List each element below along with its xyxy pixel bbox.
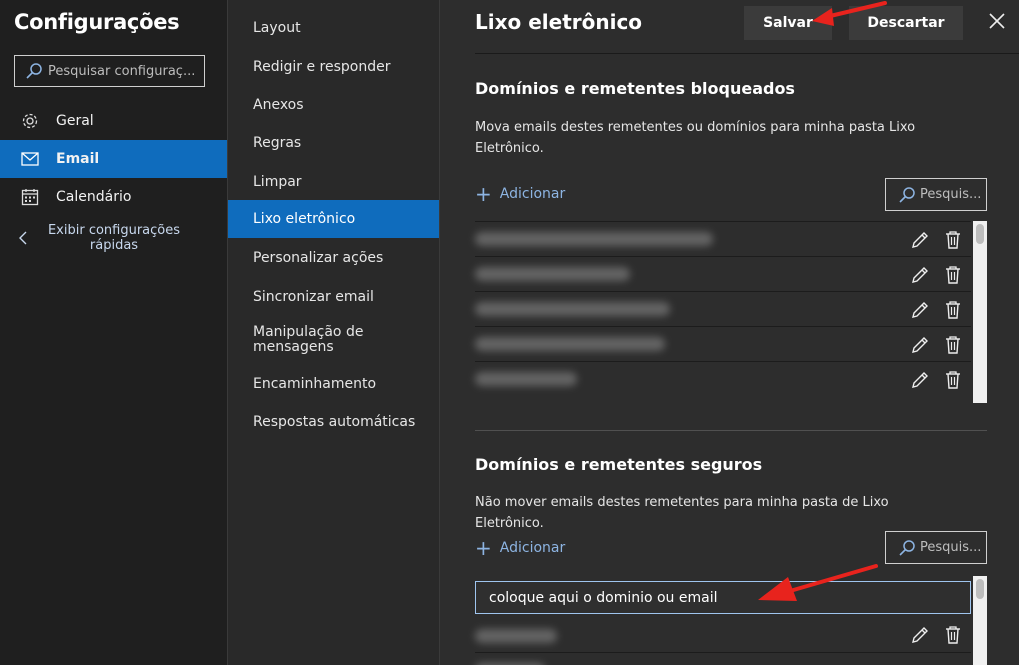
list-item bbox=[475, 256, 971, 291]
plus-icon: + bbox=[475, 182, 492, 206]
blocked-search-input[interactable]: Pesquis... bbox=[885, 178, 987, 211]
settings-sidebar: Configurações Pesquisar configuraç... Ge… bbox=[0, 0, 227, 665]
submenu-item-limpar[interactable]: Limpar bbox=[228, 163, 440, 201]
list-item bbox=[475, 326, 971, 361]
plus-icon: + bbox=[475, 536, 492, 560]
trash-icon[interactable] bbox=[942, 229, 964, 251]
search-icon bbox=[26, 63, 42, 79]
redacted-entry bbox=[475, 267, 630, 281]
settings-search-placeholder: Pesquisar configuraç... bbox=[48, 63, 196, 79]
list-item bbox=[475, 617, 971, 652]
scrollbar-thumb[interactable] bbox=[976, 224, 984, 244]
submenu-item-anexos[interactable]: Anexos bbox=[228, 86, 440, 124]
list-item bbox=[475, 361, 971, 396]
trash-icon[interactable] bbox=[942, 299, 964, 321]
pencil-icon[interactable] bbox=[909, 299, 931, 321]
nav-item-email[interactable]: Email bbox=[0, 140, 227, 178]
trash-icon[interactable] bbox=[942, 624, 964, 646]
blocked-search-placeholder: Pesquis... bbox=[920, 187, 982, 202]
header-divider bbox=[475, 53, 1019, 54]
submenu-item-encaminhamento[interactable]: Encaminhamento bbox=[228, 365, 440, 403]
nav-item-label: Geral bbox=[56, 113, 94, 129]
pencil-icon[interactable] bbox=[909, 624, 931, 646]
safe-list-scrollbar[interactable] bbox=[973, 576, 987, 665]
search-icon bbox=[899, 539, 915, 556]
nav-item-calendario[interactable]: Calendário bbox=[0, 178, 227, 216]
mail-icon bbox=[20, 149, 40, 169]
submenu-item-manipulacao[interactable]: Manipulação de mensagens bbox=[228, 322, 378, 358]
annotation-arrow-input bbox=[758, 564, 878, 601]
safe-add-button[interactable]: + Adicionar bbox=[475, 536, 566, 560]
submenu-item-respostas[interactable]: Respostas automáticas bbox=[228, 403, 440, 441]
annotation-arrow-save bbox=[812, 1, 887, 26]
calendar-icon bbox=[20, 187, 40, 207]
list-item bbox=[475, 291, 971, 326]
blocked-list bbox=[475, 221, 987, 403]
trash-icon[interactable] bbox=[942, 334, 964, 356]
nav-item-geral[interactable]: Geral bbox=[0, 102, 227, 140]
nav-item-label: Calendário bbox=[56, 189, 132, 205]
settings-title: Configurações bbox=[14, 10, 180, 34]
safe-section-description: Não mover emails destes remetentes para … bbox=[475, 495, 889, 531]
search-icon bbox=[899, 186, 915, 203]
blocked-add-label: Adicionar bbox=[499, 186, 566, 202]
close-icon[interactable] bbox=[987, 11, 1007, 31]
safe-section-title: Domínios e remetentes seguros bbox=[475, 455, 763, 474]
submenu-item-sincronizar[interactable]: Sincronizar email bbox=[228, 278, 440, 316]
submenu-item-lixo-eletronico[interactable]: Lixo eletrônico bbox=[228, 200, 440, 238]
blocked-section-title: Domínios e remetentes bloqueados bbox=[475, 79, 795, 98]
pencil-icon[interactable] bbox=[909, 334, 931, 356]
pencil-icon[interactable] bbox=[909, 264, 931, 286]
trash-icon[interactable] bbox=[942, 369, 964, 391]
safe-add-label: Adicionar bbox=[499, 540, 566, 556]
submenu-item-personalizar[interactable]: Personalizar ações bbox=[228, 239, 440, 277]
quick-settings-link[interactable]: Exibir configurações rápidas bbox=[0, 222, 227, 262]
submenu-item-redigir[interactable]: Redigir e responder bbox=[228, 48, 440, 86]
junk-email-pane: Lixo eletrônico Salvar Descartar Domínio… bbox=[439, 0, 1019, 665]
scrollbar-thumb[interactable] bbox=[976, 579, 984, 599]
submenu-item-regras[interactable]: Regras bbox=[228, 124, 440, 162]
blocked-list-scrollbar[interactable] bbox=[973, 221, 987, 403]
safe-search-placeholder: Pesquis... bbox=[920, 540, 982, 555]
blocked-section-description: Mova emails destes remetentes ou domínio… bbox=[475, 120, 916, 156]
blocked-add-button[interactable]: + Adicionar bbox=[475, 182, 566, 206]
list-item bbox=[475, 652, 971, 665]
pencil-icon[interactable] bbox=[909, 369, 931, 391]
pane-title: Lixo eletrônico bbox=[475, 10, 643, 34]
section-divider bbox=[475, 430, 987, 431]
nav-item-label: Email bbox=[56, 151, 100, 167]
quick-settings-label: Exibir configurações rápidas bbox=[47, 223, 181, 253]
submenu-item-layout[interactable]: Layout bbox=[228, 9, 440, 47]
settings-search-input[interactable]: Pesquisar configuraç... bbox=[14, 55, 205, 87]
email-submenu: Layout Redigir e responder Anexos Regras… bbox=[227, 0, 440, 665]
redacted-entry bbox=[475, 337, 665, 351]
redacted-entry bbox=[475, 232, 713, 246]
pencil-icon[interactable] bbox=[909, 229, 931, 251]
redacted-entry bbox=[475, 302, 670, 316]
chevron-left-icon bbox=[19, 231, 27, 245]
gear-icon bbox=[20, 111, 40, 131]
redacted-entry bbox=[475, 372, 577, 386]
list-item bbox=[475, 221, 971, 256]
safe-list bbox=[475, 576, 987, 665]
redacted-entry bbox=[475, 629, 557, 643]
safe-search-input[interactable]: Pesquis... bbox=[885, 531, 987, 564]
trash-icon[interactable] bbox=[942, 264, 964, 286]
